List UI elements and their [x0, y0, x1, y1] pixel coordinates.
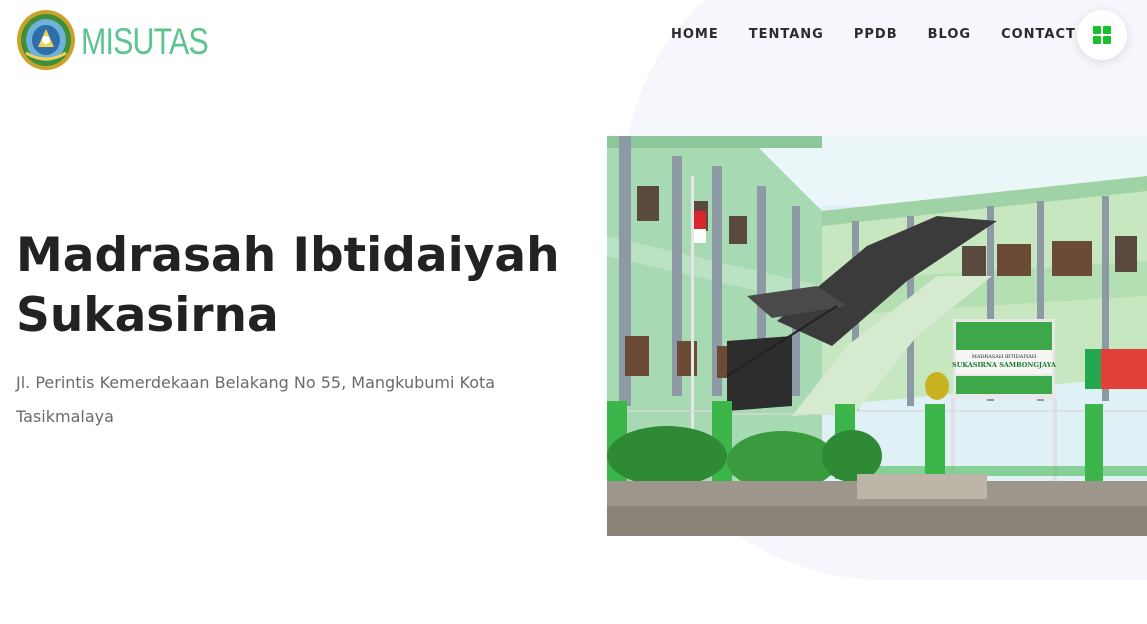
nav-tentang[interactable]: TENTANG — [749, 26, 824, 44]
nav-ppdb[interactable]: PPDB — [854, 26, 898, 44]
nav-home[interactable]: HOME — [671, 26, 719, 44]
hero-title: Madrasah Ibtidaiyah Sukasirna — [16, 226, 576, 346]
hero-title-line2: Sukasirna — [16, 288, 279, 343]
hero-address: Jl. Perintis Kemerdekaan Belakang No 55,… — [16, 366, 536, 434]
grid-menu-icon — [1093, 26, 1111, 44]
menu-button[interactable] — [1077, 10, 1127, 60]
school-emblem-icon — [17, 10, 75, 70]
nav-contact[interactable]: CONTACT — [1001, 26, 1076, 44]
main-nav: HOME TENTANG PPDB BLOG CONTACT — [671, 26, 1106, 44]
address-line1: Jl. Perintis Kemerdekaan Belakang No 55,… — [16, 373, 496, 392]
sign-line2: SUKASIRNA SAMBONGJAYA — [952, 361, 1057, 369]
brand-name: MISUTAS — [81, 20, 209, 62]
address-line2: Tasikmalaya — [16, 407, 114, 426]
school-illustration: MADRASAH IBTIDAIYAH SUKASIRNA SAMBONGJAY… — [607, 136, 1147, 536]
brand-logo-link[interactable]: MISUTAS — [16, 9, 236, 71]
sign-line1: MADRASAH IBTIDAIYAH — [972, 354, 1037, 360]
hero-title-line1: Madrasah Ibtidaiyah — [16, 228, 560, 283]
nav-blog[interactable]: BLOG — [928, 26, 971, 44]
school-building-photo: MADRASAH IBTIDAIYAH SUKASIRNA SAMBONGJAY… — [607, 136, 1147, 536]
page: MISUTAS HOME TENTANG PPDB BLOG CONTACT M… — [0, 0, 1147, 624]
